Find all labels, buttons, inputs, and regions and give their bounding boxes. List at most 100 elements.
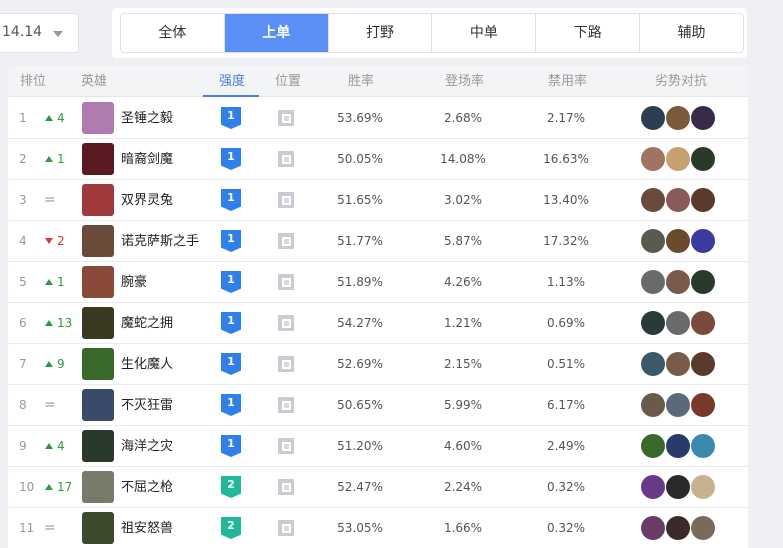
counter-hero-avatar[interactable]	[691, 188, 715, 212]
counter-hero-avatar[interactable]	[666, 352, 690, 376]
hero-name[interactable]: 不灭狂雷	[121, 385, 173, 426]
tier-badge: 2	[221, 476, 241, 498]
counter-hero-avatar[interactable]	[691, 311, 715, 335]
hero-avatar[interactable]	[82, 184, 114, 216]
counter-hero-avatar[interactable]	[691, 393, 715, 417]
counter-hero-avatar[interactable]	[641, 147, 665, 171]
tier-badge: 1	[221, 271, 241, 293]
hero-name[interactable]: 魔蛇之拥	[121, 303, 173, 344]
counter-hero-avatar[interactable]	[641, 393, 665, 417]
counter-hero-avatar[interactable]	[641, 311, 665, 335]
counter-hero-avatar[interactable]	[666, 229, 690, 253]
header-pick-rate[interactable]: 登场率	[445, 66, 484, 97]
counter-hero-avatar[interactable]	[691, 106, 715, 130]
hero-avatar[interactable]	[82, 307, 114, 339]
tab-3[interactable]: 中单	[431, 14, 535, 52]
tab-2[interactable]: 打野	[327, 14, 432, 52]
counter-hero-avatar[interactable]	[691, 475, 715, 499]
pick-rate: 4.26%	[443, 275, 483, 289]
counter-hero-avatar[interactable]	[666, 188, 690, 212]
hero-name[interactable]: 生化魔人	[121, 344, 173, 385]
arrow-up-icon	[45, 114, 53, 121]
top-lane-icon	[278, 151, 294, 167]
table-row[interactable]: 10 17 不屈之枪 2 52.47% 2.24% 0.32%	[8, 467, 748, 508]
header-rank[interactable]: 排位	[20, 66, 46, 97]
rank-number: 2	[19, 152, 27, 166]
tier-badge: 2	[221, 517, 241, 539]
rank-change-value: 4	[57, 111, 65, 125]
counter-hero-avatar[interactable]	[666, 311, 690, 335]
hero-avatar[interactable]	[82, 225, 114, 257]
tier-value: 1	[221, 189, 241, 211]
tab-4[interactable]: 下路	[535, 14, 639, 52]
rank-change: 2	[45, 221, 65, 262]
counter-hero-avatar[interactable]	[641, 516, 665, 540]
hero-avatar[interactable]	[82, 512, 114, 544]
counter-hero-avatar[interactable]	[666, 393, 690, 417]
hero-name[interactable]: 海洋之灾	[121, 426, 173, 467]
hero-avatar[interactable]	[82, 389, 114, 421]
table-header: 排位 英雄 强度 位置 胜率 登场率 禁用率 劣势对抗	[8, 66, 748, 97]
counter-hero-avatar[interactable]	[641, 106, 665, 130]
counter-hero-avatar[interactable]	[641, 434, 665, 458]
counter-hero-avatar[interactable]	[641, 352, 665, 376]
counter-hero-avatar[interactable]	[666, 106, 690, 130]
hero-name[interactable]: 祖安怒兽	[121, 508, 173, 548]
counter-hero-avatar[interactable]	[691, 352, 715, 376]
table-row[interactable]: 9 4 海洋之灾 1 51.20% 4.60% 2.49%	[8, 426, 748, 467]
hero-avatar[interactable]	[82, 266, 114, 298]
counter-hero-avatar[interactable]	[691, 147, 715, 171]
counter-hero-avatar[interactable]	[641, 188, 665, 212]
tab-5[interactable]: 辅助	[639, 14, 743, 52]
version-value: 14.14	[2, 24, 43, 40]
version-select[interactable]: 14.14	[0, 13, 79, 53]
counter-hero-avatar[interactable]	[691, 229, 715, 253]
hero-name[interactable]: 腕豪	[121, 262, 147, 303]
hero-name[interactable]: 暗裔剑魔	[121, 139, 173, 180]
hero-avatar[interactable]	[82, 348, 114, 380]
hero-avatar[interactable]	[82, 471, 114, 503]
tab-1[interactable]: 上单	[223, 14, 328, 52]
table-row[interactable]: 11 = 祖安怒兽 2 53.05% 1.66% 0.32%	[8, 508, 748, 548]
rank-change-value: 17	[57, 480, 73, 494]
rank-change: =	[44, 520, 56, 536]
table-row[interactable]: 1 4 圣锤之毅 1 53.69% 2.68% 2.17%	[8, 98, 748, 139]
table-row[interactable]: 8 = 不灭狂雷 1 50.65% 5.99% 6.17%	[8, 385, 748, 426]
tier-badge: 1	[221, 353, 241, 375]
hero-name[interactable]: 圣锤之毅	[121, 98, 173, 139]
top-lane-icon	[278, 479, 294, 495]
counter-hero-avatar[interactable]	[666, 270, 690, 294]
counter-hero-avatar[interactable]	[666, 475, 690, 499]
counter-hero-avatar[interactable]	[641, 229, 665, 253]
table-row[interactable]: 7 9 生化魔人 1 52.69% 2.15% 0.51%	[8, 344, 748, 385]
hero-avatar[interactable]	[82, 430, 114, 462]
win-rate: 51.77%	[337, 234, 383, 248]
top-lane-icon	[278, 520, 294, 536]
counter-hero-avatar[interactable]	[641, 475, 665, 499]
table-row[interactable]: 5 1 腕豪 1 51.89% 4.26% 1.13%	[8, 262, 748, 303]
tier-value: 2	[221, 517, 241, 539]
table-row[interactable]: 6 13 魔蛇之拥 1 54.27% 1.21% 0.69%	[8, 303, 748, 344]
hero-avatar[interactable]	[82, 102, 114, 134]
hero-name[interactable]: 诺克萨斯之手	[121, 221, 199, 262]
tab-0[interactable]: 全体	[121, 14, 224, 52]
counter-hero-avatar[interactable]	[666, 516, 690, 540]
hero-name[interactable]: 不屈之枪	[121, 467, 173, 508]
table-row[interactable]: 2 1 暗裔剑魔 1 50.05% 14.08% 16.63%	[8, 139, 748, 180]
hero-name[interactable]: 双界灵兔	[121, 180, 173, 221]
counter-hero-avatar[interactable]	[691, 434, 715, 458]
header-ban-rate[interactable]: 禁用率	[548, 66, 587, 97]
counter-hero-avatar[interactable]	[691, 516, 715, 540]
counter-hero-avatar[interactable]	[691, 270, 715, 294]
header-tier[interactable]: 强度	[219, 66, 245, 97]
tier-value: 1	[221, 312, 241, 334]
counter-hero-avatar[interactable]	[666, 434, 690, 458]
ban-rate: 6.17%	[546, 398, 586, 412]
counter-hero-avatar[interactable]	[641, 270, 665, 294]
table-row[interactable]: 4 2 诺克萨斯之手 1 51.77% 5.87% 17.32%	[8, 221, 748, 262]
counter-hero-avatar[interactable]	[666, 147, 690, 171]
table-row[interactable]: 3 = 双界灵兔 1 51.65% 3.02% 13.40%	[8, 180, 748, 221]
hero-tier-table: 排位 英雄 强度 位置 胜率 登场率 禁用率 劣势对抗 1 4 圣锤之毅 1 5…	[8, 66, 748, 548]
hero-avatar[interactable]	[82, 143, 114, 175]
header-win-rate[interactable]: 胜率	[348, 66, 374, 97]
